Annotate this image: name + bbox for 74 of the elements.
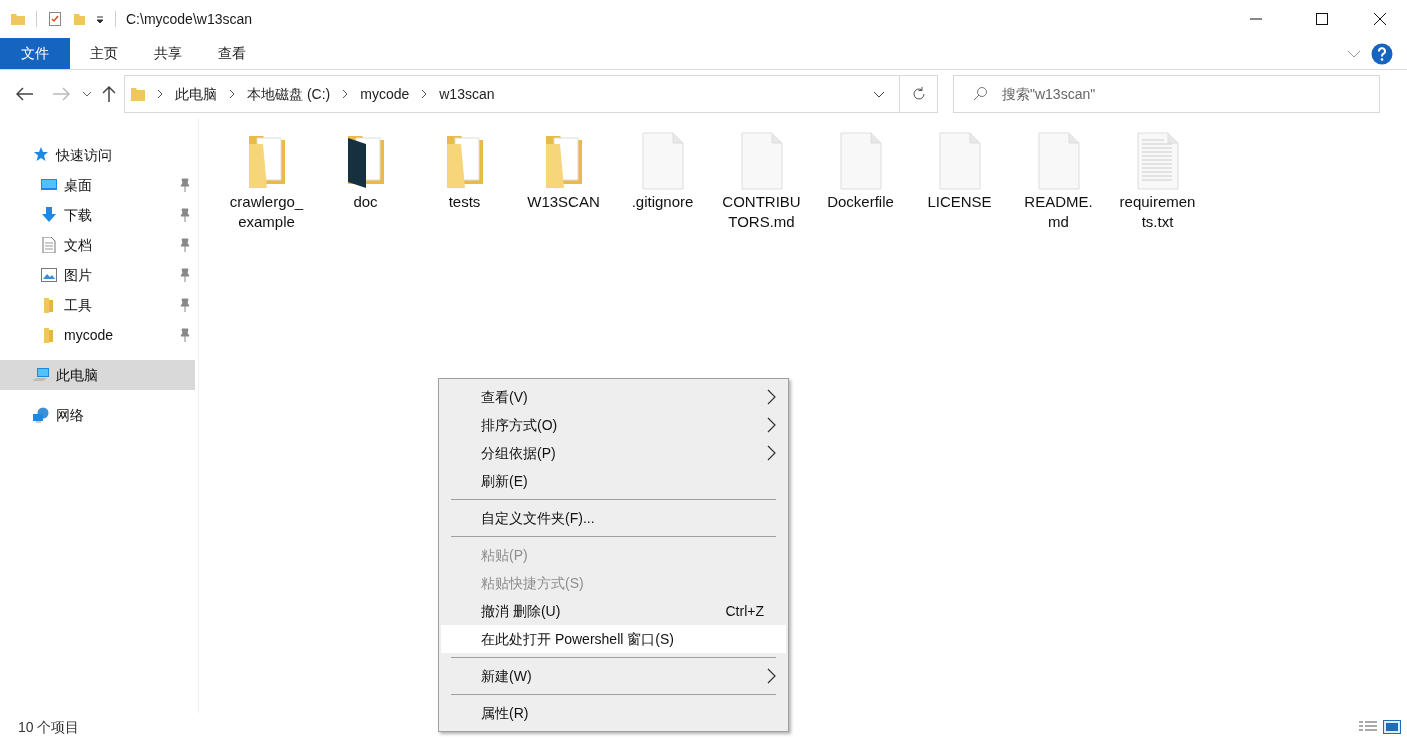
file-icon bbox=[937, 132, 982, 190]
dropdown-icon[interactable] bbox=[95, 14, 105, 24]
refresh-icon bbox=[911, 87, 926, 101]
search-field[interactable]: 搜索"w13scan" bbox=[953, 75, 1380, 113]
dropdown-icon[interactable] bbox=[873, 90, 885, 98]
computer-icon bbox=[33, 367, 49, 383]
network-icon bbox=[33, 407, 49, 423]
refresh-button[interactable] bbox=[900, 75, 938, 113]
down-arrow-icon bbox=[41, 207, 57, 223]
recent-locations-icon[interactable] bbox=[82, 91, 92, 97]
sidebar-item[interactable]: 快速访问 bbox=[0, 140, 198, 170]
search-icon bbox=[972, 86, 988, 102]
breadcrumb[interactable]: 此电脑 bbox=[175, 83, 217, 105]
menu-item[interactable]: 查看(V) bbox=[441, 383, 786, 411]
menu-item[interactable]: 分组依据(P) bbox=[441, 439, 786, 467]
file-icon bbox=[838, 132, 883, 190]
star-icon bbox=[33, 147, 49, 163]
menu-item[interactable]: 自定义文件夹(F)... bbox=[441, 504, 786, 532]
details-view-icon[interactable] bbox=[1359, 720, 1377, 734]
menu-item[interactable]: 撤消 删除(U) Ctrl+Z bbox=[441, 597, 786, 625]
menu-item[interactable]: 在此处打开 Powershell 窗口(S) bbox=[441, 625, 786, 653]
chevron-right-icon bbox=[421, 89, 428, 99]
up-arrow-icon[interactable] bbox=[102, 85, 116, 103]
file-icon bbox=[640, 132, 685, 190]
folder-icon bbox=[131, 86, 145, 102]
breadcrumb[interactable]: w13scan bbox=[439, 83, 495, 105]
menu-item[interactable]: 属性(R) bbox=[441, 699, 786, 727]
back-arrow-icon[interactable] bbox=[16, 87, 34, 101]
ribbon-tab[interactable]: 主页 bbox=[72, 38, 136, 69]
large-icons-view-icon[interactable] bbox=[1383, 720, 1401, 734]
file-name[interactable]: LICENSE bbox=[919, 192, 1000, 212]
file-name[interactable]: requirements.txt bbox=[1117, 192, 1198, 232]
file-name[interactable]: tests bbox=[424, 192, 505, 212]
chevron-right-icon bbox=[342, 89, 349, 99]
sidebar-item[interactable]: 网络 bbox=[0, 400, 198, 430]
picture-icon bbox=[41, 267, 57, 283]
text-file-icon bbox=[1135, 132, 1180, 190]
sidebar-item[interactable]: 工具 bbox=[0, 290, 198, 320]
file-name[interactable]: CONTRIBUTORS.md bbox=[721, 192, 802, 232]
breadcrumb[interactable]: 本地磁盘 (C:) bbox=[247, 83, 331, 105]
shortcut-text: Ctrl+Z bbox=[725, 602, 764, 621]
sidebar-item[interactable]: 此电脑 bbox=[0, 360, 195, 390]
menu-item[interactable]: 刷新(E) bbox=[441, 467, 786, 495]
file-icon bbox=[739, 132, 784, 190]
document-icon bbox=[41, 237, 57, 253]
sidebar-item[interactable]: 桌面 bbox=[0, 170, 198, 200]
sidebar-item[interactable]: 图片 bbox=[0, 260, 198, 290]
close-icon bbox=[1374, 13, 1386, 25]
menu-item[interactable]: 新建(W) bbox=[441, 662, 786, 690]
expand-ribbon-icon[interactable] bbox=[1347, 49, 1361, 58]
address-bar[interactable]: 此电脑 本地磁盘 (C:) mycode w13scan bbox=[124, 75, 900, 113]
help-icon[interactable] bbox=[1371, 42, 1393, 65]
file-name[interactable]: W13SCAN bbox=[523, 192, 604, 212]
breadcrumb[interactable]: mycode bbox=[360, 83, 410, 105]
file-icon bbox=[1036, 132, 1081, 190]
ribbon-tab[interactable]: 查看 bbox=[200, 38, 264, 69]
chevron-right-icon bbox=[229, 89, 235, 99]
status-text: 10 个项目 bbox=[18, 717, 80, 737]
sidebar-item[interactable]: mycode bbox=[0, 320, 198, 350]
maximize-icon bbox=[1316, 13, 1328, 25]
search-input: 搜索"w13scan" bbox=[1002, 83, 1362, 105]
file-name[interactable]: README.md bbox=[1018, 192, 1099, 232]
properties-icon[interactable] bbox=[47, 11, 63, 27]
file-name[interactable]: Dockerfile bbox=[820, 192, 901, 212]
menu-item[interactable]: 排序方式(O) bbox=[441, 411, 786, 439]
ribbon-tab[interactable]: 共享 bbox=[136, 38, 200, 69]
sidebar-item[interactable]: 下载 bbox=[0, 200, 198, 230]
chevron-right-icon bbox=[157, 89, 163, 99]
window-title: C:\mycode\w13scan bbox=[126, 9, 253, 29]
file-name[interactable]: doc bbox=[325, 192, 406, 212]
monitor-icon bbox=[41, 177, 57, 193]
file-name[interactable]: .gitignore bbox=[622, 192, 703, 212]
file-name[interactable]: crawlergo_example bbox=[226, 192, 307, 232]
sidebar-item[interactable]: 文档 bbox=[0, 230, 198, 260]
